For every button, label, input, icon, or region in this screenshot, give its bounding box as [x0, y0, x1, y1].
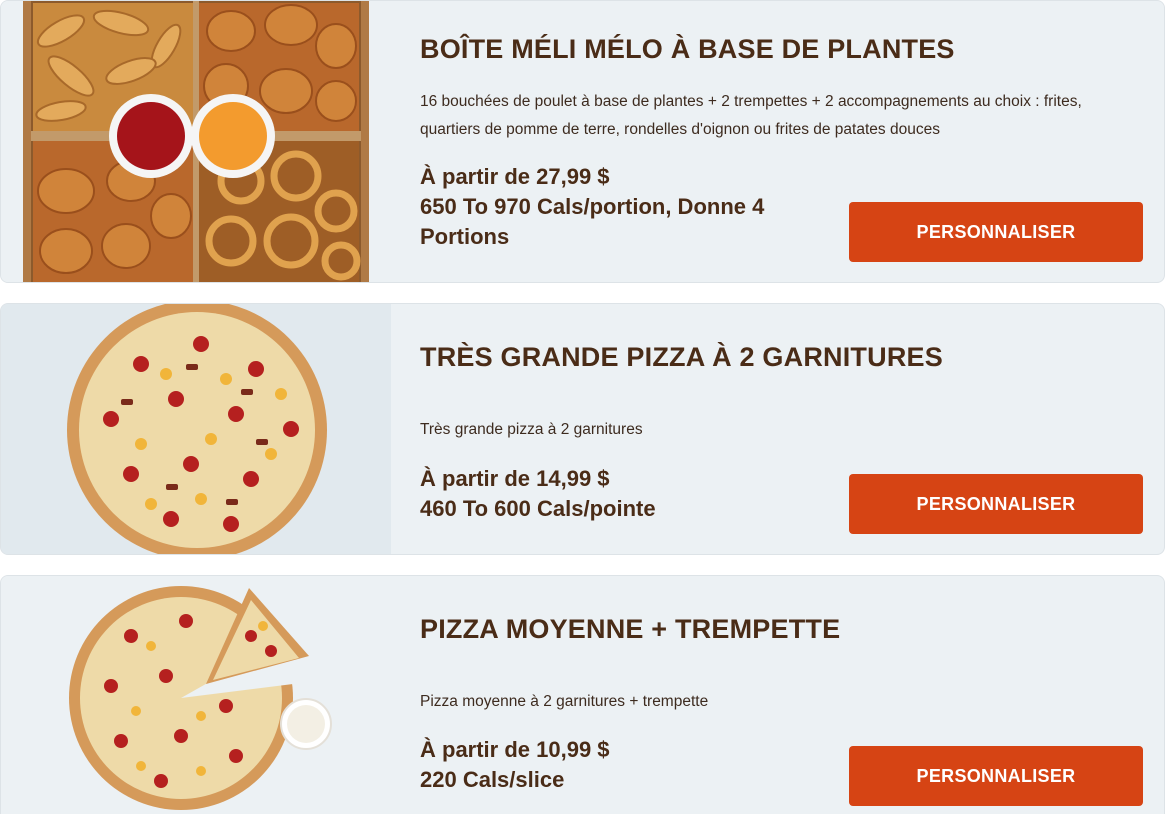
pizza-image — [1, 304, 391, 554]
product-description: 16 bouchées de poulet à base de plantes … — [420, 93, 1082, 138]
pizza-with-dip-image — [1, 576, 391, 814]
customize-button[interactable]: PERSONNALISER — [849, 474, 1143, 534]
product-list: BOÎTE MÉLI MÉLO À BASE DE PLANTES 16 bou… — [0, 0, 1167, 814]
product-calories: 650 To 970 Cals/portion, Donne 4 Portion… — [420, 194, 765, 249]
product-price: À partir de 27,99 $ — [420, 164, 610, 189]
product-title: PIZZA MOYENNE + TREMPETTE — [420, 614, 841, 644]
product-price-block: À partir de 10,99 $ 220 Cals/slice — [420, 735, 830, 795]
product-price-block: À partir de 27,99 $ 650 To 970 Cals/port… — [420, 162, 830, 252]
product-description: Très grande pizza à 2 garnitures — [420, 421, 643, 438]
product-price: À partir de 10,99 $ — [420, 737, 610, 762]
product-card: TRÈS GRANDE PIZZA À 2 GARNITURES Très gr… — [0, 303, 1165, 555]
product-description: Pizza moyenne à 2 garnitures + trempette — [420, 693, 709, 710]
product-calories: 220 Cals/slice — [420, 767, 565, 792]
product-image — [1, 304, 391, 554]
customize-button[interactable]: PERSONNALISER — [849, 202, 1143, 262]
customize-button[interactable]: PERSONNALISER — [849, 746, 1143, 806]
product-title: BOÎTE MÉLI MÉLO À BASE DE PLANTES — [420, 34, 955, 64]
product-calories: 460 To 600 Cals/pointe — [420, 496, 656, 521]
product-title: TRÈS GRANDE PIZZA À 2 GARNITURES — [420, 342, 943, 372]
combo-box-image — [1, 1, 391, 282]
product-image — [1, 576, 391, 814]
product-card: BOÎTE MÉLI MÉLO À BASE DE PLANTES 16 bou… — [0, 0, 1165, 283]
product-price-block: À partir de 14,99 $ 460 To 600 Cals/poin… — [420, 464, 830, 524]
product-price: À partir de 14,99 $ — [420, 466, 610, 491]
product-image — [1, 1, 391, 282]
product-card: PIZZA MOYENNE + TREMPETTE Pizza moyenne … — [0, 575, 1165, 814]
